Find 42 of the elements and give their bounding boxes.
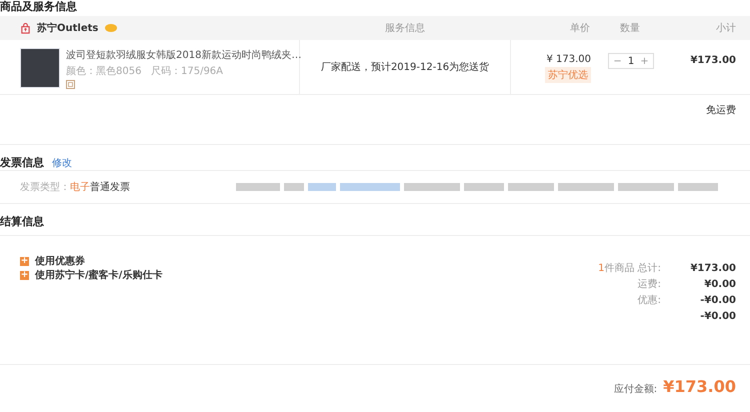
- payable-amount: ¥173.00: [663, 377, 736, 396]
- blurred-text: [678, 183, 718, 191]
- promo-tag: 苏宁优选: [545, 67, 591, 83]
- blurred-text: [464, 183, 504, 191]
- section-title: 发票信息: [0, 155, 44, 170]
- section-title: 结算信息: [0, 214, 44, 229]
- summary-value: ¥173.00: [689, 262, 736, 274]
- invoice-type: 发票类型：电子普通发票: [20, 180, 130, 194]
- quantity-value[interactable]: 1: [628, 56, 634, 66]
- column-header: 小计: [715, 22, 737, 35]
- product-photo-placeholder: [20, 48, 60, 88]
- shopping-bag-icon: [20, 22, 31, 34]
- blurred-text: [404, 183, 460, 191]
- blurred-text: [284, 183, 304, 191]
- summary-value: -¥0.00: [699, 294, 736, 306]
- blurred-text: [508, 183, 554, 191]
- subtotal: ¥173.00: [689, 54, 737, 68]
- product-title[interactable]: 波司登短款羽绒服女韩版2018新款运动时尚鸭绒夹…: [66, 48, 302, 62]
- column-header: 服务信息: [384, 22, 426, 35]
- column-header: 数量: [619, 22, 641, 35]
- option-label[interactable]: 使用苏宁卡/蜜客卡/乐购仕卡: [35, 268, 162, 282]
- blurred-text: [308, 183, 336, 191]
- column-header: 单价: [569, 22, 590, 35]
- summary-value: ¥0.00: [703, 278, 736, 290]
- blurred-text: [340, 183, 400, 191]
- tag-icon: [66, 80, 75, 89]
- blurred-text: [236, 183, 280, 191]
- blurred-text: [558, 183, 614, 191]
- summary-label: 1件商品 总计:: [598, 262, 661, 275]
- edit-link[interactable]: 修改: [52, 156, 72, 170]
- delivery-info: 厂家配送，预计2019-12-16为您送货: [300, 40, 511, 94]
- unit-price: ¥ 173.00: [546, 54, 591, 65]
- blurred-text: [618, 183, 674, 191]
- product-specs: 颜色：黑色8056 尺码：175/96A: [66, 64, 224, 78]
- option-label[interactable]: 使用优惠券: [35, 254, 85, 268]
- summary-label: 优惠:: [638, 294, 661, 307]
- payable-label: 应付金额:: [614, 382, 658, 396]
- store-name[interactable]: 苏宁Outlets: [37, 21, 98, 35]
- section-title: 商品及服务信息: [0, 0, 78, 14]
- summary-value: -¥0.00: [699, 310, 736, 322]
- summary-label: 运费:: [638, 278, 661, 291]
- shipping-fee: 免运费: [706, 104, 736, 118]
